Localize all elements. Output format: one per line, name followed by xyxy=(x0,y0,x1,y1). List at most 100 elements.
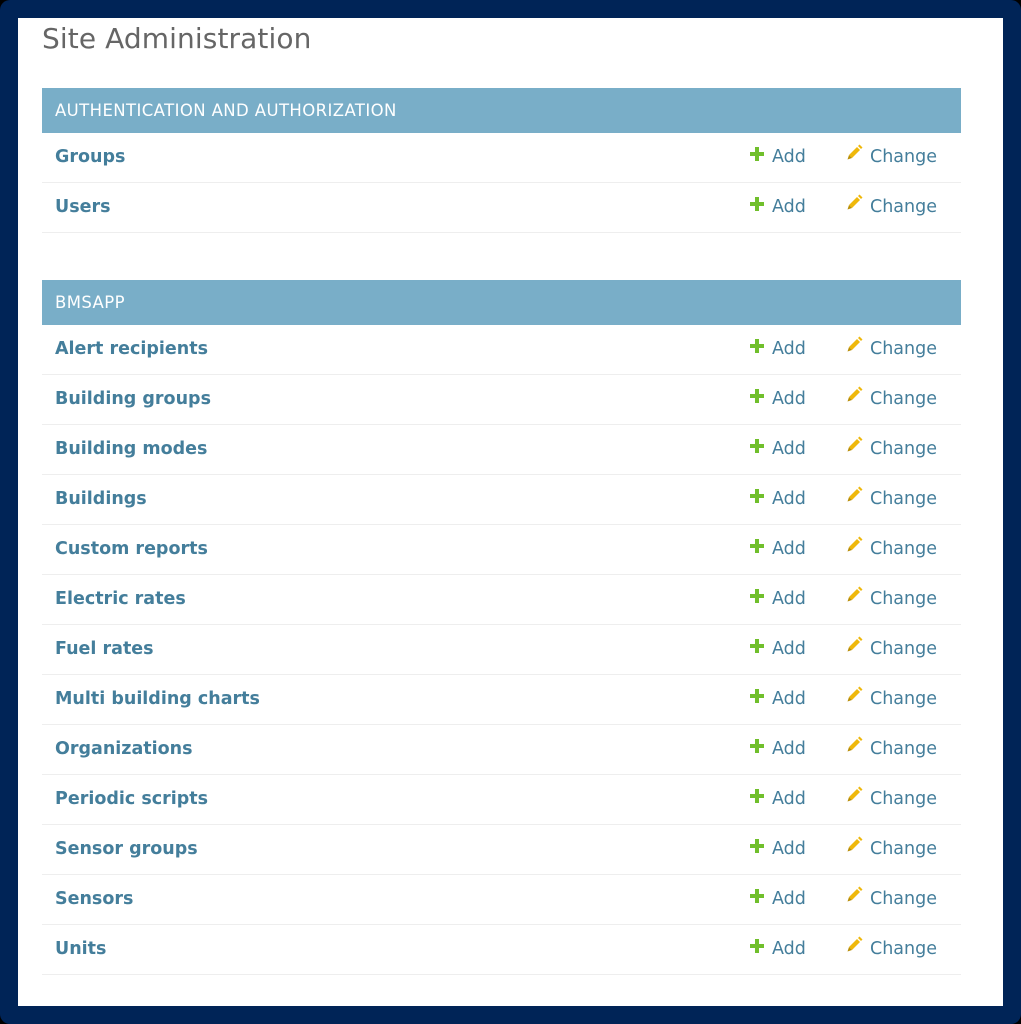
add-link[interactable]: Add xyxy=(750,133,806,181)
module-caption[interactable]: BMSAPP xyxy=(42,280,961,325)
plus-icon xyxy=(750,674,764,722)
add-link[interactable]: Add xyxy=(750,675,806,723)
add-label: Add xyxy=(772,389,806,409)
model-row-building-groups: Building groups Add Change xyxy=(42,375,961,425)
model-link[interactable]: Buildings xyxy=(55,475,147,523)
change-link[interactable]: Change xyxy=(846,525,937,573)
change-link[interactable]: Change xyxy=(846,133,937,181)
model-link[interactable]: Periodic scripts xyxy=(55,775,208,823)
admin-page: Site Administration AUTHENTICATION AND A… xyxy=(18,18,1003,1006)
plus-icon xyxy=(750,474,764,522)
model-link[interactable]: Multi building charts xyxy=(55,675,260,723)
change-link[interactable]: Change xyxy=(846,675,937,723)
model-link[interactable]: Building modes xyxy=(55,425,207,473)
add-link[interactable]: Add xyxy=(750,183,806,231)
model-row-building-modes: Building modes Add Change xyxy=(42,425,961,475)
model-row-fuel-rates: Fuel rates Add Change xyxy=(42,625,961,675)
add-label: Add xyxy=(772,489,806,509)
pencil-icon xyxy=(846,874,863,922)
add-label: Add xyxy=(772,689,806,709)
model-row-electric-rates: Electric rates Add Change xyxy=(42,575,961,625)
pencil-icon xyxy=(846,774,863,822)
model-link[interactable]: Sensors xyxy=(55,875,133,923)
change-label: Change xyxy=(870,689,938,709)
change-label: Change xyxy=(870,739,938,759)
model-row-multi-building-charts: Multi building charts Add Change xyxy=(42,675,961,725)
add-label: Add xyxy=(772,197,806,217)
model-link[interactable]: Custom reports xyxy=(55,525,208,573)
add-link[interactable]: Add xyxy=(750,725,806,773)
plus-icon xyxy=(750,774,764,822)
model-link[interactable]: Organizations xyxy=(55,725,193,773)
pencil-icon xyxy=(846,674,863,722)
change-link[interactable]: Change xyxy=(846,575,937,623)
add-link[interactable]: Add xyxy=(750,825,806,873)
model-link[interactable]: Building groups xyxy=(55,375,211,423)
model-row-buildings: Buildings Add Change xyxy=(42,475,961,525)
add-link[interactable]: Add xyxy=(750,325,806,373)
module-bmsapp: BMSAPP Alert recipients Add Change Building … xyxy=(42,280,961,975)
change-link[interactable]: Change xyxy=(846,925,937,973)
change-link[interactable]: Change xyxy=(846,825,937,873)
plus-icon xyxy=(750,424,764,472)
screenshot-frame: Site Administration AUTHENTICATION AND A… xyxy=(0,0,1021,1024)
pencil-icon xyxy=(846,524,863,572)
model-link[interactable]: Users xyxy=(55,183,111,231)
add-label: Add xyxy=(772,439,806,459)
change-link[interactable]: Change xyxy=(846,425,937,473)
change-link[interactable]: Change xyxy=(846,183,937,231)
pencil-icon xyxy=(846,924,863,972)
change-link[interactable]: Change xyxy=(846,325,937,373)
model-link[interactable]: Electric rates xyxy=(55,575,186,623)
change-link[interactable]: Change xyxy=(846,875,937,923)
add-label: Add xyxy=(772,839,806,859)
model-row-sensor-groups: Sensor groups Add Change xyxy=(42,825,961,875)
change-label: Change xyxy=(870,489,938,509)
change-label: Change xyxy=(870,889,938,909)
add-link[interactable]: Add xyxy=(750,475,806,523)
pencil-icon xyxy=(846,474,863,522)
module-authentication-and-authorization: AUTHENTICATION AND AUTHORIZATION Groups Ad… xyxy=(42,88,961,233)
add-link[interactable]: Add xyxy=(750,625,806,673)
add-link[interactable]: Add xyxy=(750,375,806,423)
change-label: Change xyxy=(870,389,938,409)
change-link[interactable]: Change xyxy=(846,475,937,523)
plus-icon xyxy=(750,924,764,972)
model-link[interactable]: Fuel rates xyxy=(55,625,154,673)
pencil-icon xyxy=(846,132,863,180)
change-label: Change xyxy=(870,439,938,459)
add-label: Add xyxy=(772,147,806,167)
pencil-icon xyxy=(846,374,863,422)
model-link[interactable]: Groups xyxy=(55,133,125,181)
model-row-periodic-scripts: Periodic scripts Add Change xyxy=(42,775,961,825)
page-title: Site Administration xyxy=(42,22,312,55)
model-link[interactable]: Sensor groups xyxy=(55,825,198,873)
add-link[interactable]: Add xyxy=(750,875,806,923)
add-label: Add xyxy=(772,789,806,809)
change-link[interactable]: Change xyxy=(846,625,937,673)
add-link[interactable]: Add xyxy=(750,425,806,473)
change-label: Change xyxy=(870,197,938,217)
plus-icon xyxy=(750,132,764,180)
plus-icon xyxy=(750,374,764,422)
change-label: Change xyxy=(870,639,938,659)
model-row-organizations: Organizations Add Change xyxy=(42,725,961,775)
plus-icon xyxy=(750,874,764,922)
add-link[interactable]: Add xyxy=(750,575,806,623)
change-label: Change xyxy=(870,939,938,959)
model-link[interactable]: Alert recipients xyxy=(55,325,208,373)
model-link[interactable]: Units xyxy=(55,925,106,973)
change-link[interactable]: Change xyxy=(846,375,937,423)
model-row-units: Units Add Change xyxy=(42,925,961,975)
add-label: Add xyxy=(772,539,806,559)
change-link[interactable]: Change xyxy=(846,775,937,823)
add-label: Add xyxy=(772,639,806,659)
add-link[interactable]: Add xyxy=(750,925,806,973)
pencil-icon xyxy=(846,574,863,622)
module-caption[interactable]: AUTHENTICATION AND AUTHORIZATION xyxy=(42,88,961,133)
add-link[interactable]: Add xyxy=(750,525,806,573)
add-link[interactable]: Add xyxy=(750,775,806,823)
model-row-alert-recipients: Alert recipients Add Change xyxy=(42,325,961,375)
add-label: Add xyxy=(772,889,806,909)
change-link[interactable]: Change xyxy=(846,725,937,773)
